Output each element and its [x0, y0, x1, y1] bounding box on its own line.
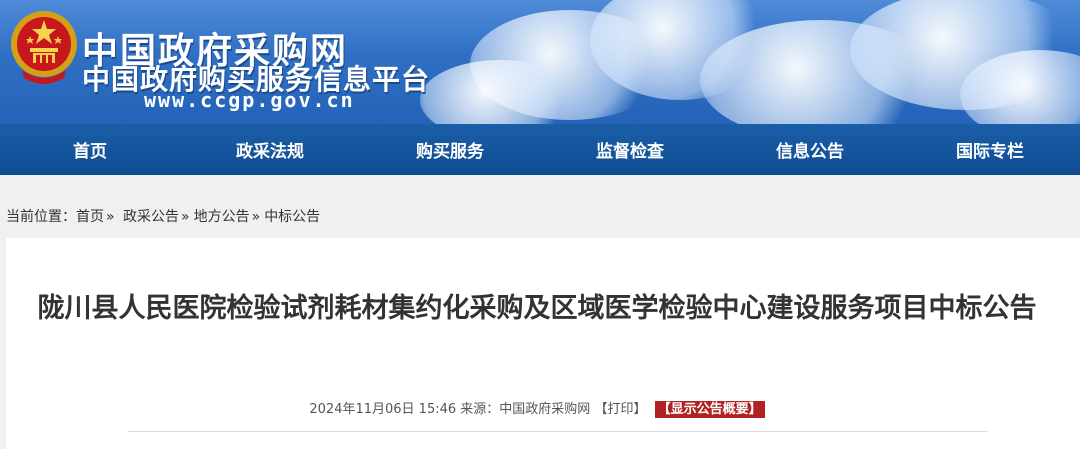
header-banner: 中国政府采购网 中国政府购买服务信息平台 www.ccgp.gov.cn — [0, 0, 1080, 124]
breadcrumb-link-announcements[interactable]: 政采公告 — [123, 209, 179, 225]
breadcrumb-separator: » — [181, 209, 190, 225]
nav-item-purchase-services[interactable]: 购买服务 — [360, 124, 540, 175]
breadcrumb-separator: » — [251, 209, 261, 225]
article-meta: 2024年11月06日 15:46 来源：中国政府采购网 【打印】 【显示公告概… — [6, 398, 1068, 418]
nav-item-home[interactable]: 首页 — [0, 124, 180, 175]
nav-item-supervision[interactable]: 监督检查 — [540, 124, 720, 175]
breadcrumb-link-local[interactable]: 地方公告 — [194, 209, 250, 225]
nav-item-regulations[interactable]: 政采法规 — [180, 124, 360, 175]
print-link[interactable]: 【打印】 — [594, 402, 646, 417]
main-nav: 首页 政采法规 购买服务 监督检查 信息公告 国际专栏 — [0, 124, 1080, 175]
breadcrumb: 当前位置：首页» 政采公告» 地方公告» 中标公告 — [6, 206, 320, 226]
nav-item-announcements[interactable]: 信息公告 — [720, 124, 900, 175]
divider — [128, 431, 988, 432]
article-panel: 陇川县人民医院检验试剂耗材集约化采购及区域医学检验中心建设服务项目中标公告 20… — [6, 238, 1080, 449]
publish-datetime: 2024年11月06日 15:46 — [309, 402, 457, 417]
article-title: 陇川县人民医院检验试剂耗材集约化采购及区域医学检验中心建设服务项目中标公告 — [37, 293, 1037, 324]
breadcrumb-link-home[interactable]: 首页 — [76, 209, 104, 225]
source-label: 来源： — [460, 402, 500, 417]
site-url[interactable]: www.ccgp.gov.cn — [144, 88, 355, 112]
show-summary-button[interactable]: 【显示公告概要】 — [654, 401, 765, 418]
nav-item-international[interactable]: 国际专栏 — [900, 124, 1080, 175]
breadcrumb-prefix: 当前位置： — [6, 209, 76, 225]
breadcrumb-separator: » — [106, 209, 115, 225]
national-emblem-icon — [11, 11, 77, 84]
source-name: 中国政府采购网 — [499, 402, 591, 417]
breadcrumb-link-award[interactable]: 中标公告 — [264, 209, 320, 225]
